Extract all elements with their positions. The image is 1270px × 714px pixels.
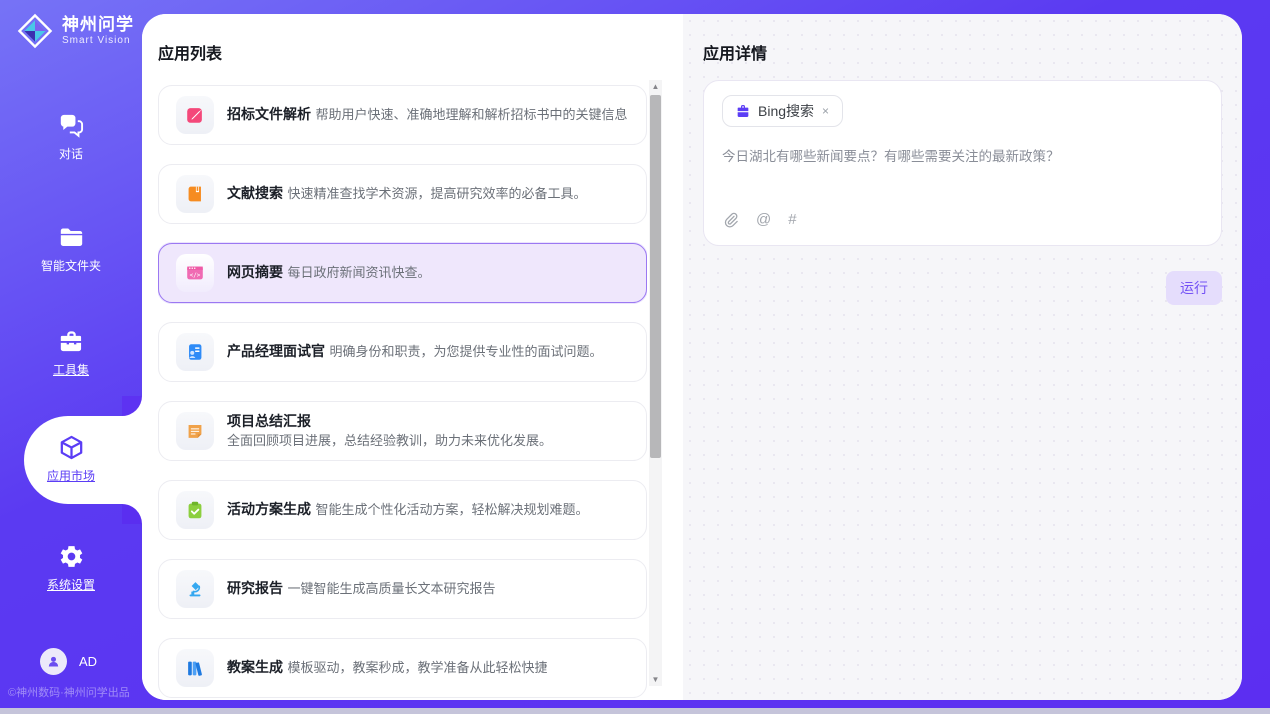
book-icon <box>176 175 214 213</box>
app-card-title: 活动方案生成 <box>227 501 311 517</box>
toolbox-icon <box>58 328 85 355</box>
app-detail-panel: 应用详情 Bing搜索 × 今日湖北有哪些新闻要点？有哪些需要关注的最新政策？ … <box>683 14 1242 700</box>
brand-subtitle: Smart Vision <box>62 35 134 46</box>
tool-tag-close-icon[interactable]: × <box>821 104 830 118</box>
bottom-edge <box>0 708 1270 714</box>
user-account[interactable]: AD <box>40 648 97 675</box>
app-card-desc: 帮助用户快速、准确地理解和解析招标书中的关键信息 <box>315 107 627 122</box>
sidebar-item-label: 智能文件夹 <box>0 257 142 274</box>
clipboard-check-icon <box>176 491 214 529</box>
app-card-desc: 智能生成个性化活动方案，轻松解决规划难题。 <box>315 502 588 517</box>
sidebar-item-chat[interactable]: 对话 <box>0 112 142 162</box>
app-list: 招标文件解析 帮助用户快速、准确地理解和解析招标书中的关键信息 文献搜索 快速精… <box>158 85 647 700</box>
app-card-literature-search[interactable]: 文献搜索 快速精准查找学术资源，提高研究效率的必备工具。 <box>158 164 647 224</box>
app-card-webpage-summary[interactable]: </> 网页摘要 每日政府新闻资讯快查。 <box>158 243 647 303</box>
app-card-pm-interviewer[interactable]: 产品经理面试官 明确身份和职责，为您提供专业性的面试问题。 <box>158 322 647 382</box>
note-icon <box>176 412 214 450</box>
svg-text:</>: </> <box>190 272 201 279</box>
sidebar-item-label: 对话 <box>0 145 142 162</box>
pill-notch-bottom <box>122 504 142 524</box>
app-card-title: 网页摘要 <box>227 264 283 280</box>
webpage-code-icon: </> <box>176 254 214 292</box>
sidebar-item-app-market[interactable]: 应用市场 <box>0 434 142 484</box>
main-content: 应用列表 招标文件解析 帮助用户快速、准确地理解和解析招标书中的关键信息 <box>142 14 1242 700</box>
app-card-project-summary[interactable]: 项目总结汇报 全面回顾项目进展，总结经验教训，助力未来优化发展。 <box>158 401 647 461</box>
app-card-title: 教案生成 <box>227 659 283 675</box>
briefcase-icon <box>735 103 751 119</box>
app-card-title: 研究报告 <box>227 580 283 596</box>
brand-logo: 神州问学 Smart Vision <box>16 12 134 50</box>
app-card-title: 项目总结汇报 <box>227 413 311 429</box>
app-card-lesson-plan[interactable]: 教案生成 模板驱动，教案秒成，教学准备从此轻松快捷 <box>158 638 647 698</box>
sidebar-item-label: 系统设置 <box>0 576 142 593</box>
copyright-text: ©神州数码·神州问学出品 <box>8 684 130 700</box>
pill-notch-top <box>122 396 142 416</box>
app-card-desc: 快速精准查找学术资源，提高研究效率的必备工具。 <box>287 186 586 201</box>
edit-document-icon <box>176 96 214 134</box>
brand-name: 神州问学 <box>62 16 134 35</box>
sidebar-item-toolset[interactable]: 工具集 <box>0 328 142 378</box>
scrollbar-down-arrow[interactable]: ▼ <box>649 673 662 686</box>
user-name: AD <box>79 654 97 669</box>
app-card-desc: 一键智能生成高质量长文本研究报告 <box>287 581 495 596</box>
prompt-input-card[interactable]: Bing搜索 × 今日湖北有哪些新闻要点？有哪些需要关注的最新政策？ @ # <box>703 80 1222 246</box>
tool-tag-label: Bing搜索 <box>758 101 814 121</box>
gear-icon <box>58 543 85 570</box>
sidebar-item-smart-folder[interactable]: 智能文件夹 <box>0 224 142 274</box>
app-card-title: 文献搜索 <box>227 185 283 201</box>
run-button[interactable]: 运行 <box>1166 271 1222 305</box>
tool-tag-bing-search[interactable]: Bing搜索 × <box>722 95 843 127</box>
avatar <box>40 648 67 675</box>
app-list-title: 应用列表 <box>158 40 222 64</box>
sidebar-item-settings[interactable]: 系统设置 <box>0 543 142 593</box>
app-card-title: 招标文件解析 <box>227 106 311 122</box>
app-card-title: 产品经理面试官 <box>227 343 325 359</box>
mention-icon[interactable]: @ <box>756 211 771 228</box>
app-card-research-report[interactable]: 研究报告 一键智能生成高质量长文本研究报告 <box>158 559 647 619</box>
app-card-desc: 模板驱动，教案秒成，教学准备从此轻松快捷 <box>287 660 547 675</box>
sidebar-item-label: 应用市场 <box>0 467 142 484</box>
app-card-desc: 每日政府新闻资讯快查。 <box>287 265 430 280</box>
person-icon <box>46 654 61 669</box>
books-icon <box>176 649 214 687</box>
paperclip-icon[interactable] <box>722 211 739 228</box>
list-scrollbar[interactable]: ▲ ▼ <box>649 80 662 686</box>
scrollbar-up-arrow[interactable]: ▲ <box>649 80 662 93</box>
scrollbar-thumb[interactable] <box>650 95 661 458</box>
prompt-text[interactable]: 今日湖北有哪些新闻要点？有哪些需要关注的最新政策？ <box>722 147 1202 167</box>
sidebar-item-label: 工具集 <box>0 361 142 378</box>
app-card-desc: 明确身份和职责，为您提供专业性的面试问题。 <box>329 344 602 359</box>
microscope-icon <box>176 570 214 608</box>
composer-toolbar: @ # <box>722 211 797 228</box>
sidebar: 神州问学 Smart Vision 对话 智能文件夹 工具集 应用市场 <box>0 0 142 714</box>
app-card-desc: 全面回顾项目进展，总结经验教训，助力未来优化发展。 <box>227 433 552 448</box>
gem-logo-icon <box>16 12 54 50</box>
hash-icon[interactable]: # <box>788 211 796 228</box>
cube-icon <box>58 434 85 461</box>
app-card-tender-analysis[interactable]: 招标文件解析 帮助用户快速、准确地理解和解析招标书中的关键信息 <box>158 85 647 145</box>
app-detail-title: 应用详情 <box>703 40 767 64</box>
app-list-panel: 应用列表 招标文件解析 帮助用户快速、准确地理解和解析招标书中的关键信息 <box>142 14 683 700</box>
app-card-activity-plan[interactable]: 活动方案生成 智能生成个性化活动方案，轻松解决规划难题。 <box>158 480 647 540</box>
chat-icon <box>58 112 85 139</box>
person-document-icon <box>176 333 214 371</box>
folder-icon <box>58 224 85 251</box>
